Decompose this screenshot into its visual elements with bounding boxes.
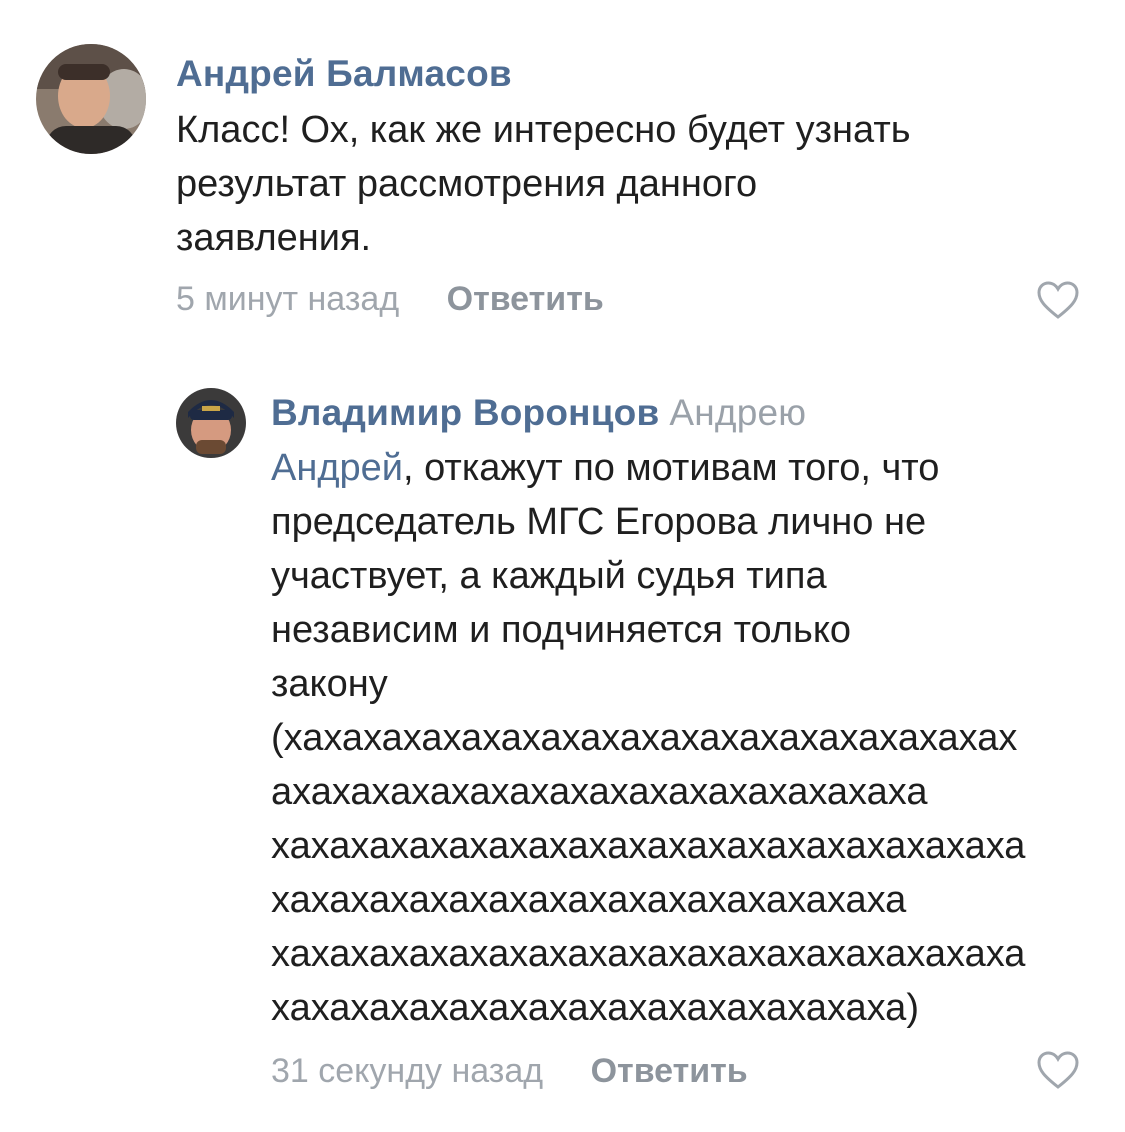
reply-button[interactable]: Ответить (447, 280, 604, 318)
author-name[interactable]: Владимир Воронцов (271, 392, 659, 433)
comment-time: 5 минут назад (176, 280, 400, 318)
avatar-photo-icon (36, 44, 146, 154)
comment-author[interactable]: Владимир Воронцов Андрею (271, 392, 806, 434)
comment-time: 31 секунду назад (271, 1052, 544, 1090)
author-name[interactable]: Андрей Балмасов (176, 53, 512, 94)
avatar-photo-icon (176, 388, 246, 458)
heart-outline-icon[interactable] (1036, 1050, 1080, 1090)
comment-text: Класс! Ох, как же интересно будет узнать… (176, 109, 911, 259)
heart-outline-icon[interactable] (1036, 280, 1080, 320)
mention-link[interactable]: Андрей (271, 447, 403, 489)
comment-author[interactable]: Андрей Балмасов (176, 53, 512, 95)
comment-body: , откажут по мотивам того, что председат… (271, 447, 1026, 1029)
comment-footer: 5 минут назад Ответить (176, 280, 604, 319)
reply-comment: Владимир Воронцов Андрею Андрей, откажут … (0, 340, 1125, 1132)
avatar[interactable] (176, 388, 246, 458)
comment-footer: 31 секунду назад Ответить (271, 1052, 748, 1091)
comment-text: Андрей, откажут по мотивам того, что пре… (271, 441, 1111, 1035)
comment: Андрей Балмасов Класс! Ох, как же интере… (0, 0, 1125, 340)
avatar[interactable] (36, 44, 146, 154)
reply-to-label[interactable]: Андрею (669, 392, 806, 433)
reply-button[interactable]: Ответить (591, 1052, 748, 1090)
